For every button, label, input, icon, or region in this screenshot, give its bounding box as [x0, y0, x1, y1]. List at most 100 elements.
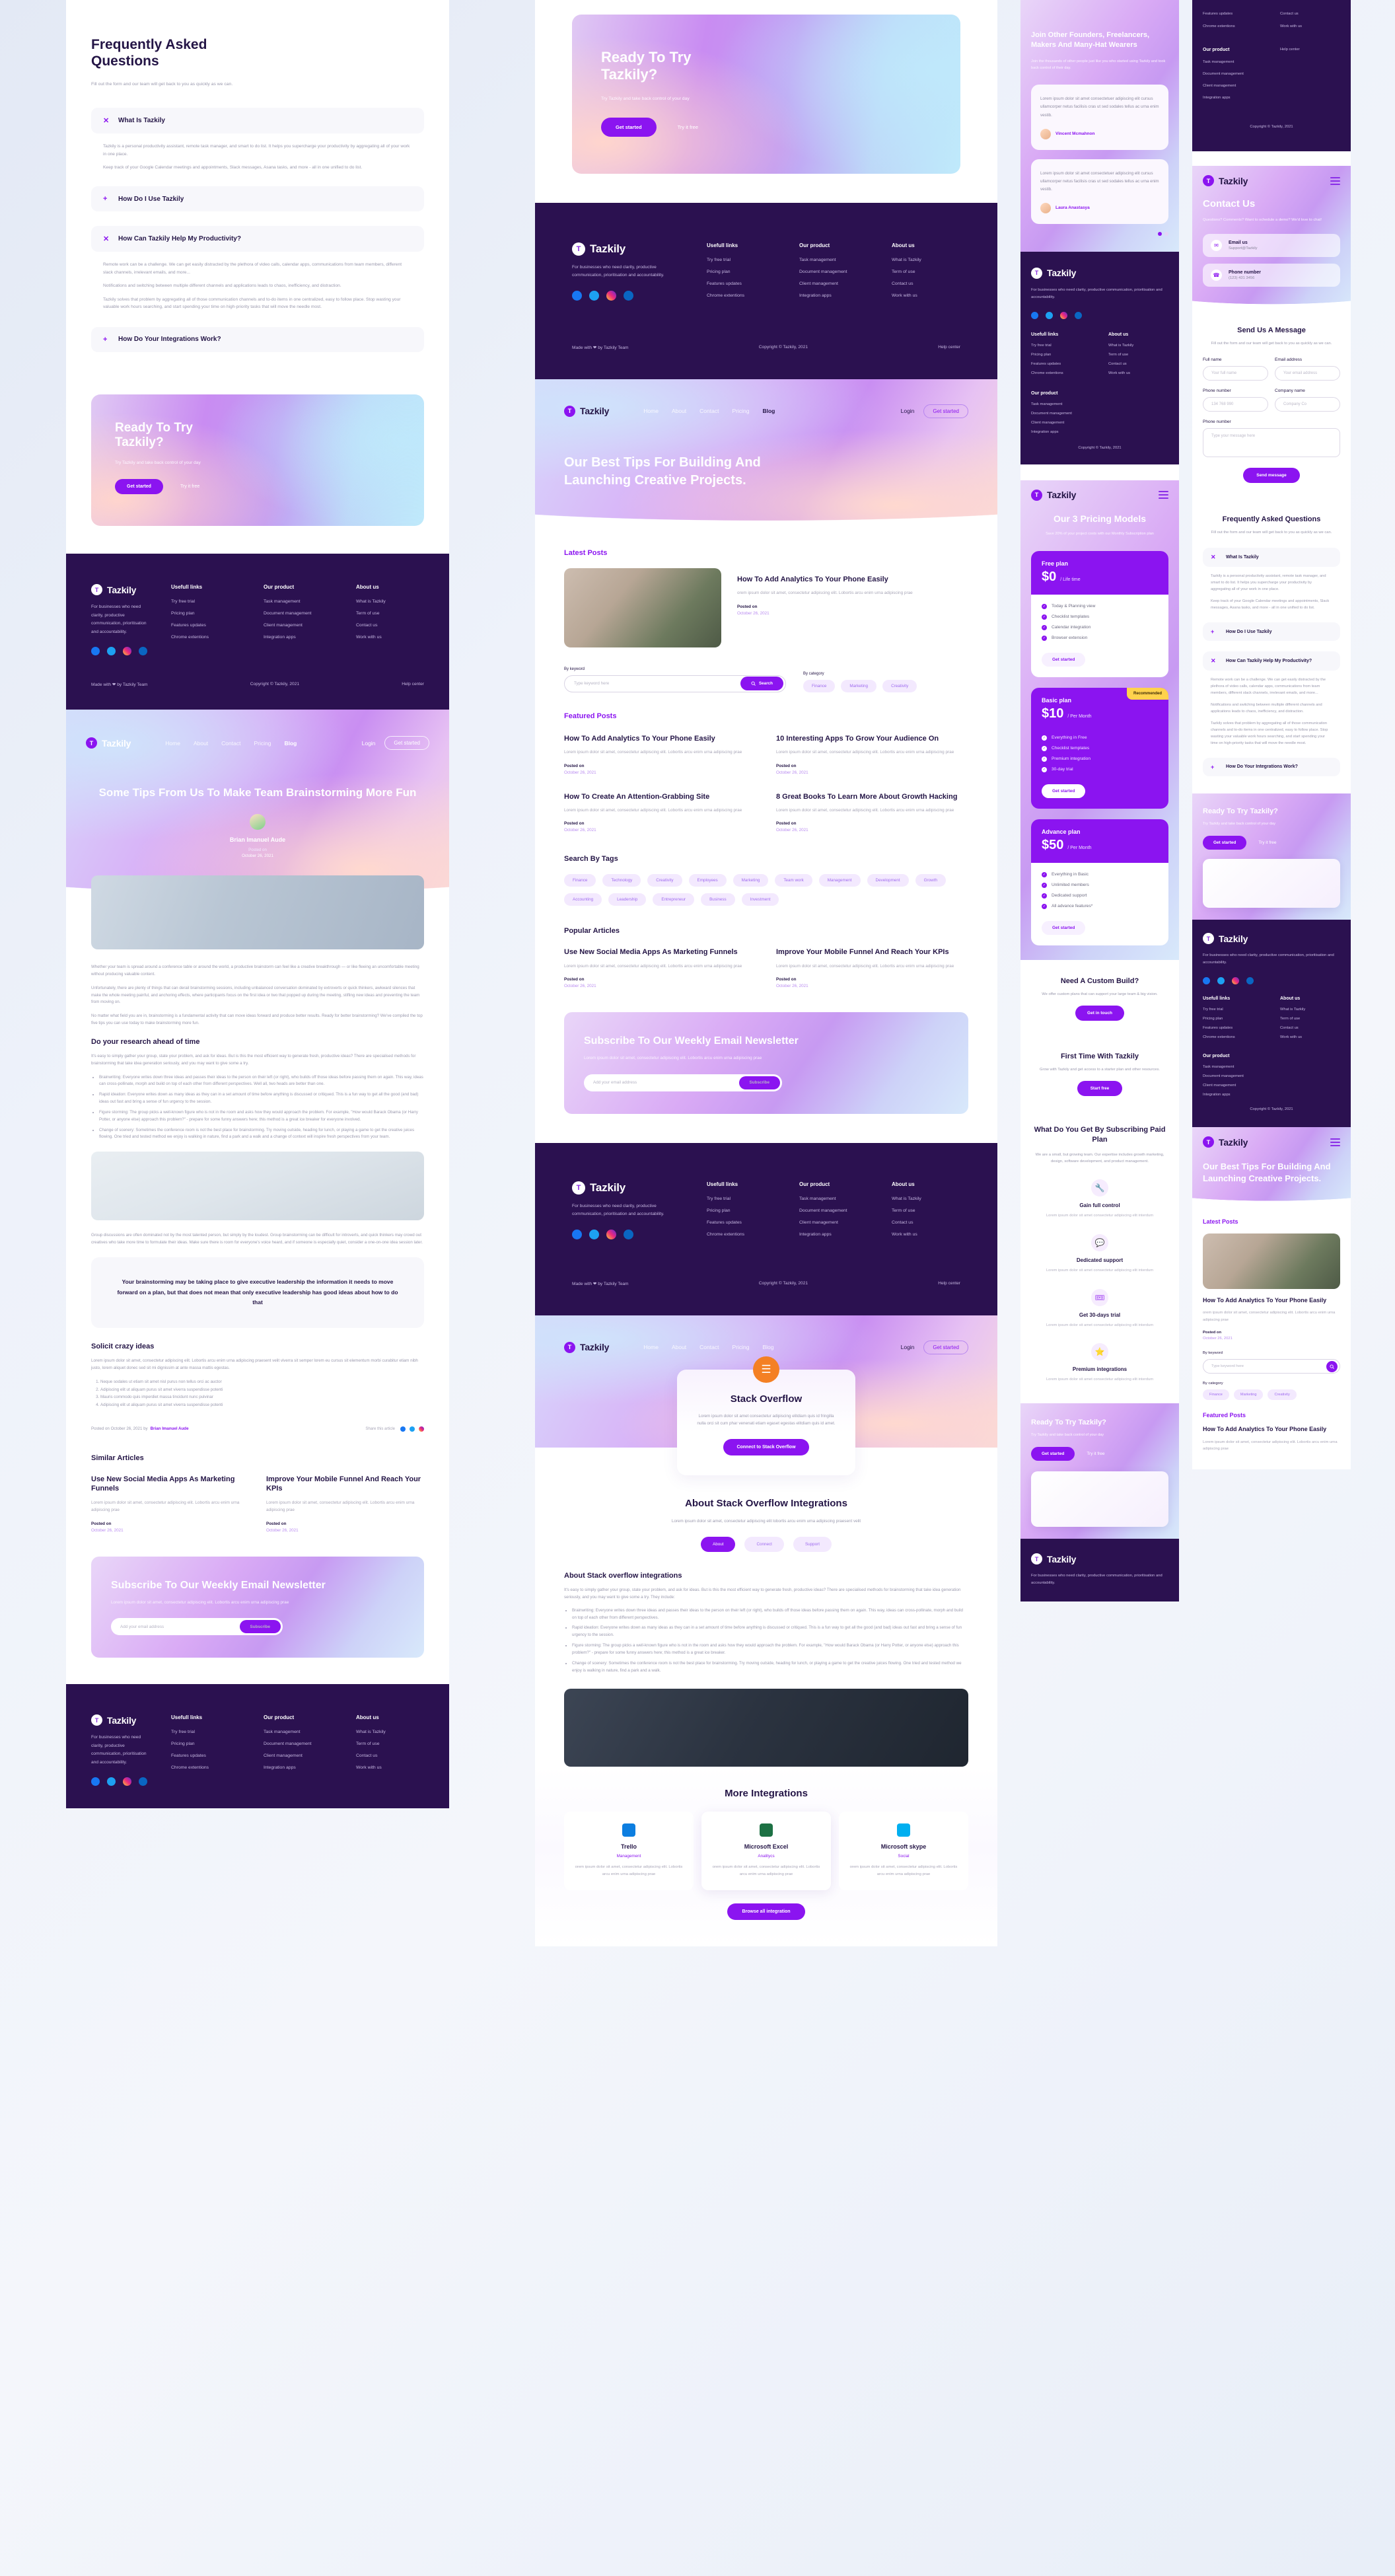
footer-link[interactable]: Chrome extentions — [707, 1232, 775, 1237]
footer-link[interactable]: Contact us — [356, 623, 425, 628]
get-in-touch-button[interactable]: Get in touch — [1075, 1005, 1124, 1021]
footer-link[interactable]: Task management — [264, 599, 332, 604]
footer-link[interactable]: Contact us — [1280, 1026, 1340, 1030]
footer-link[interactable]: Integration apps — [1031, 430, 1168, 434]
logo[interactable]: T Tazkily — [86, 737, 131, 749]
nav-item-pricing[interactable]: Pricing — [732, 1344, 749, 1350]
connect-button[interactable]: Connect to Stack Overflow — [723, 1439, 809, 1456]
tag-chip[interactable]: Accounting — [564, 893, 602, 906]
footer-link[interactable]: Work with us — [892, 293, 960, 298]
facebook-icon[interactable] — [1031, 311, 1038, 319]
tag-chip[interactable]: Growth — [915, 874, 946, 887]
twitter-icon[interactable] — [589, 290, 599, 301]
message-textarea[interactable]: Type your message here — [1203, 427, 1340, 457]
menu-icon[interactable] — [1330, 176, 1340, 185]
footer-link[interactable]: Work with us — [356, 1765, 425, 1770]
footer-link[interactable]: Try free trial — [171, 1730, 240, 1734]
footer-link[interactable]: Contact us — [1108, 362, 1168, 366]
footer-link[interactable]: Pricing plan — [1031, 353, 1091, 357]
category-chip[interactable]: Creativity — [882, 679, 917, 692]
facebook-icon[interactable] — [572, 290, 582, 301]
footer-link[interactable]: Task management — [1203, 60, 1263, 64]
footer-link[interactable]: Client management — [264, 623, 332, 628]
nav-item-home[interactable]: Home — [643, 408, 659, 414]
integration-card[interactable]: Trello Management orem ipsum dolor sit ame… — [564, 1812, 694, 1890]
nav-item-contact[interactable]: Contact — [221, 740, 240, 747]
footer-link[interactable]: Document management — [799, 1208, 868, 1213]
footer-link[interactable]: What is Tazkily — [1108, 344, 1168, 348]
footer-link[interactable]: Pricing plan — [1203, 1017, 1263, 1021]
tag-chip[interactable]: Creativity — [647, 874, 682, 887]
email-input[interactable]: Add your email address — [593, 1080, 637, 1085]
plan-cta-button[interactable]: Get started — [1042, 920, 1086, 935]
instagram-icon[interactable] — [606, 1229, 616, 1239]
twitter-icon[interactable] — [410, 1426, 415, 1432]
tag-chip[interactable]: Business — [701, 893, 735, 906]
login-link[interactable]: Login — [901, 1344, 915, 1350]
footer-link[interactable]: Chrome extentions — [1203, 24, 1263, 28]
menu-icon[interactable] — [1330, 1138, 1340, 1146]
social-links[interactable] — [572, 290, 672, 301]
nav-item-pricing[interactable]: Pricing — [732, 408, 749, 414]
send-message-button[interactable]: Send message — [1243, 467, 1300, 483]
category-chip[interactable]: Finance — [1203, 1389, 1229, 1401]
post-thumbnail[interactable] — [564, 568, 721, 647]
footer-link[interactable]: Features updates — [1203, 1026, 1263, 1030]
facebook-icon[interactable] — [1203, 977, 1210, 985]
article-author-link[interactable]: Brian Imanuel Aude — [151, 1426, 189, 1431]
plan-cta-button[interactable]: Get started — [1042, 652, 1086, 667]
featured-post-card[interactable]: 10 Interesting Apps To Grow Your Audienc… — [776, 734, 968, 775]
category-chip[interactable]: Finance — [803, 679, 836, 692]
help-center-link[interactable]: Help center — [938, 345, 960, 350]
footer-link[interactable]: Features updates — [707, 281, 775, 286]
nav-item-home[interactable]: Home — [165, 740, 180, 747]
footer-link[interactable]: Term of use — [892, 1208, 960, 1213]
logo[interactable]: T Tazkily — [1203, 1136, 1248, 1148]
popular-post-card[interactable]: Use New Social Media Apps As Marketing F… — [564, 947, 756, 988]
linkedin-icon[interactable] — [1246, 977, 1254, 985]
instagram-icon[interactable] — [1232, 977, 1239, 985]
footer-link[interactable]: Client management — [799, 1220, 868, 1225]
similar-article-card[interactable]: Use New Social Media Apps As Marketing F… — [91, 1475, 249, 1533]
try-free-link[interactable]: Try it free — [678, 124, 698, 130]
plan-cta-button[interactable]: Get started — [1042, 784, 1086, 798]
search-input[interactable]: Type keyword here — [1211, 1364, 1244, 1368]
twitter-icon[interactable] — [589, 1229, 599, 1239]
footer-link[interactable]: What is Tazkily — [1280, 1008, 1340, 1012]
footer-link[interactable]: Features updates — [1203, 12, 1263, 16]
linkedin-icon[interactable] — [1075, 311, 1082, 319]
footer-link[interactable]: Try free trial — [1203, 1008, 1263, 1012]
nav-item-contact[interactable]: Contact — [699, 1344, 719, 1350]
social-links[interactable] — [91, 1777, 147, 1786]
tag-chip[interactable]: Investment — [741, 893, 779, 906]
footer-link[interactable]: Document management — [1203, 72, 1263, 76]
similar-article-card[interactable]: Improve Your Mobile Funnel And Reach You… — [266, 1475, 424, 1533]
linkedin-icon[interactable] — [139, 1777, 147, 1786]
tag-chip[interactable]: Leadership — [608, 893, 647, 906]
pill-connect[interactable]: Connect — [744, 1537, 784, 1553]
footer-link[interactable]: Integration apps — [799, 293, 868, 298]
footer-link[interactable]: Document management — [1031, 412, 1168, 416]
faq-item-1[interactable]: + How Do I Use Tazkily — [1203, 622, 1340, 642]
pill-support[interactable]: Support — [793, 1537, 832, 1553]
subscribe-button[interactable]: Subscribe — [239, 1620, 281, 1634]
footer-link[interactable]: Client management — [799, 281, 868, 286]
footer-link[interactable]: Work with us — [356, 635, 425, 640]
footer-link[interactable]: Client management — [1203, 84, 1263, 88]
footer-link[interactable]: Work with us — [892, 1232, 960, 1237]
footer-link[interactable]: Term of use — [892, 270, 960, 274]
logo[interactable]: T Tazkily — [564, 405, 609, 417]
footer-link[interactable]: Pricing plan — [171, 1742, 240, 1746]
popular-post-card[interactable]: Improve Your Mobile Funnel And Reach You… — [776, 947, 968, 988]
carousel-dots[interactable] — [1031, 231, 1168, 236]
social-links[interactable] — [91, 647, 147, 656]
footer-link[interactable]: Term of use — [356, 611, 425, 616]
twitter-icon[interactable] — [107, 1777, 116, 1786]
footer-link[interactable]: Integration apps — [1203, 96, 1263, 100]
footer-link[interactable]: Client management — [1031, 421, 1168, 425]
nav-item-about[interactable]: About — [194, 740, 208, 747]
footer-link[interactable]: What is Tazkily — [356, 1730, 425, 1734]
footer-link[interactable]: What is Tazkily — [356, 599, 425, 604]
email-input[interactable]: Add your email address — [120, 1625, 164, 1629]
tag-chip[interactable]: Marketing — [733, 874, 769, 887]
